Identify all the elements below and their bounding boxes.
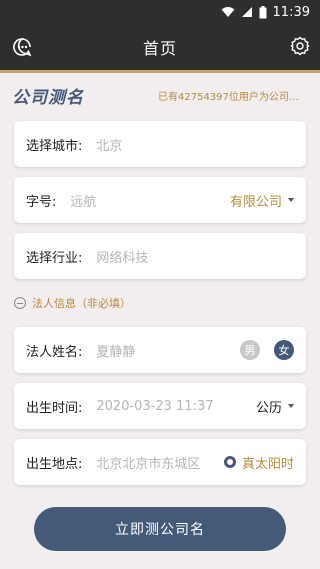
birth-time-value[interactable]: 2020-03-23 11:37 — [96, 399, 213, 414]
status-time: 11:39 — [272, 4, 310, 20]
legal-person-input[interactable]: 夏静静 — [96, 341, 135, 360]
company-name-label: 字号: — [26, 194, 57, 210]
industry-field[interactable]: 选择行业: 网络科技 — [14, 233, 306, 279]
birth-place-label: 出生地点: — [26, 456, 83, 472]
birth-time-field[interactable]: 出生时间: 2020-03-23 11:37 公历 — [14, 383, 306, 429]
birth-place-value[interactable]: 北京北京市东城区 — [96, 453, 200, 472]
legal-info-toggle[interactable]: 法人信息（非必填） — [14, 294, 131, 312]
gender-male-button[interactable]: 男 — [240, 340, 260, 360]
wifi-icon — [221, 7, 235, 17]
chevron-down-icon — [288, 404, 294, 408]
brand-banner: 公司测名 已有42754397位用户为公司起名 — [0, 73, 320, 117]
submit-button[interactable]: 立即测公司名 — [34, 507, 286, 551]
chevron-down-icon — [288, 198, 294, 202]
radio-icon — [223, 456, 236, 468]
company-name-input[interactable]: 远航 — [70, 191, 96, 210]
gender-female-button[interactable]: 女 — [274, 340, 294, 360]
battery-icon — [259, 5, 267, 18]
company-type-select[interactable]: 有限公司 — [230, 191, 294, 210]
gear-icon[interactable] — [290, 36, 310, 60]
company-name-field[interactable]: 字号: 远航 有限公司 — [14, 177, 306, 223]
birth-place-field[interactable]: 出生地点: 北京北京市东城区 真太阳时 — [14, 439, 306, 485]
true-solar-time-toggle[interactable]: 真太阳时 — [223, 453, 294, 472]
gender-selector: 男 女 — [240, 340, 294, 360]
app-bar: 首页 — [0, 24, 320, 70]
true-solar-time-label: 真太阳时 — [241, 456, 294, 472]
collapse-icon — [14, 297, 26, 309]
calendar-type-select[interactable]: 公历 — [256, 397, 294, 416]
brand-logo: 公司测名 — [12, 87, 84, 108]
city-label: 选择城市: — [26, 138, 83, 154]
company-type-value: 有限公司 — [229, 194, 282, 210]
user-count-notice: 已有42754397位用户为公司起名 — [158, 91, 308, 103]
chat-icon[interactable] — [12, 37, 32, 61]
industry-label: 选择行业: — [26, 250, 83, 266]
page-title: 首页 — [142, 39, 177, 58]
legal-person-field[interactable]: 法人姓名: 夏静静 男 女 — [14, 327, 306, 373]
legal-info-label: 法人信息（非必填） — [32, 297, 131, 310]
status-bar: 11:39 — [0, 0, 320, 24]
city-field[interactable]: 选择城市: 北京 — [14, 121, 306, 167]
legal-person-label: 法人姓名: — [26, 344, 83, 360]
city-value: 北京 — [96, 138, 123, 154]
industry-value: 网络科技 — [96, 250, 149, 266]
birth-time-label: 出生时间: — [26, 400, 83, 416]
signal-icon — [241, 7, 252, 17]
calendar-type-value: 公历 — [255, 400, 282, 416]
